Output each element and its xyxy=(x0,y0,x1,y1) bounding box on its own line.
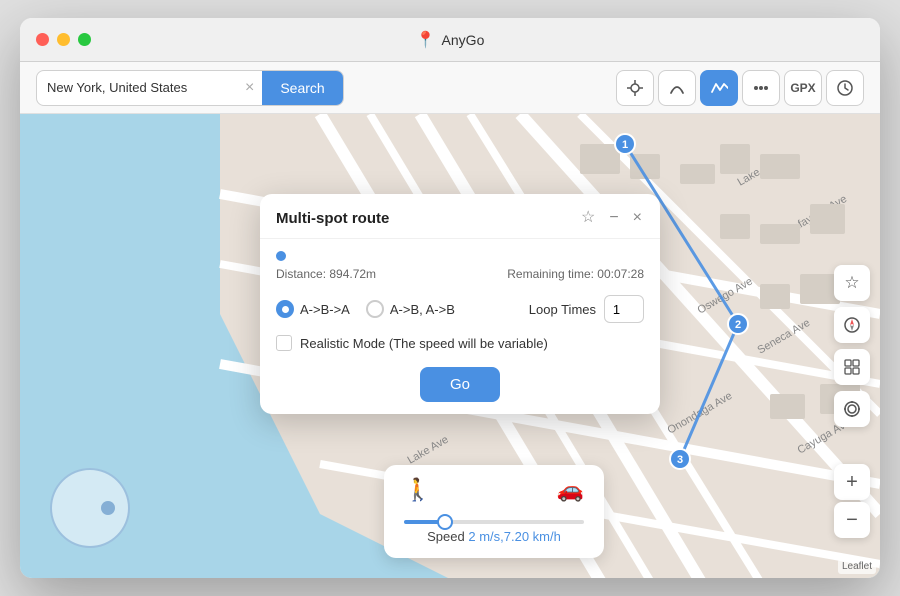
dialog-star-button[interactable]: ☆ xyxy=(579,208,597,228)
remaining-label: Remaining time: 00:07:28 xyxy=(507,267,644,281)
dots-tool-button[interactable] xyxy=(742,70,780,106)
option-ab-loop-label: A->B->A xyxy=(300,302,350,317)
map-area[interactable]: Lake Ave Lafayette Ave Oswego Ave Seneca… xyxy=(20,114,880,578)
search-container: × Search xyxy=(36,70,344,106)
app-title: AnyGo xyxy=(442,32,485,48)
realistic-mode-option[interactable]: Realistic Mode (The speed will be variab… xyxy=(276,335,644,351)
compass-button[interactable] xyxy=(834,307,870,343)
car-icon: 🚗 xyxy=(557,477,584,503)
speed-slider[interactable] xyxy=(404,520,584,524)
speed-static-label: Speed xyxy=(427,529,465,544)
speed-panel: 🚶 🚗 Speed 2 m/s,7.20 km/h xyxy=(384,465,604,558)
dialog-body: Distance: 894.72m Remaining time: 00:07:… xyxy=(260,239,660,414)
history-tool-button[interactable] xyxy=(826,70,864,106)
loop-times-input[interactable] xyxy=(604,295,644,323)
zoom-in-button[interactable]: + xyxy=(834,464,870,500)
leaflet-credit: Leaflet xyxy=(838,559,876,574)
app-window: 📍 AnyGo × Search xyxy=(20,18,880,578)
search-button[interactable]: Search xyxy=(262,70,342,106)
speed-label: Speed 2 m/s,7.20 km/h xyxy=(404,529,584,544)
title-pin-icon: 📍 xyxy=(416,30,436,50)
locate-button[interactable] xyxy=(834,391,870,427)
speed-value: 2 m/s,7.20 km/h xyxy=(468,529,560,544)
minimize-traffic-light[interactable] xyxy=(57,33,70,46)
titlebar: 📍 AnyGo xyxy=(20,18,880,62)
svg-text:3: 3 xyxy=(677,454,683,466)
route-options: A->B->A A->B, A->B Loop Times xyxy=(276,295,644,323)
realistic-mode-checkbox[interactable] xyxy=(276,335,292,351)
titlebar-title: 📍 AnyGo xyxy=(416,30,485,50)
dialog-header: Multi-spot route ☆ − × xyxy=(260,194,660,239)
radio-checked-icon xyxy=(276,300,294,318)
dialog-close-button[interactable]: × xyxy=(631,208,644,228)
multispot-dialog: Multi-spot route ☆ − × Distance: 894.72m… xyxy=(260,194,660,414)
pin-dot-icon xyxy=(276,251,286,261)
search-input[interactable] xyxy=(37,80,237,95)
svg-text:1: 1 xyxy=(622,139,628,151)
right-sidebar: ☆ xyxy=(834,265,870,427)
option-ab[interactable]: A->B, A->B xyxy=(366,300,455,318)
gpx-tool-button[interactable]: GPX xyxy=(784,70,822,106)
toolbar-actions: GPX xyxy=(616,70,864,106)
realistic-mode-label: Realistic Mode (The speed will be variab… xyxy=(300,336,548,351)
favorites-button[interactable]: ☆ xyxy=(834,265,870,301)
fullscreen-traffic-light[interactable] xyxy=(78,33,91,46)
dialog-title: Multi-spot route xyxy=(276,210,579,227)
option-ab-loop[interactable]: A->B->A xyxy=(276,300,350,318)
map-layers-button[interactable] xyxy=(834,349,870,385)
loop-times-container: Loop Times xyxy=(529,295,644,323)
radio-unchecked-icon xyxy=(366,300,384,318)
walk-icon: 🚶 xyxy=(404,477,431,503)
route-tool-button[interactable] xyxy=(658,70,696,106)
distance-label: Distance: 894.72m xyxy=(276,267,376,281)
dialog-header-actions: ☆ − × xyxy=(579,208,644,228)
loop-times-label: Loop Times xyxy=(529,302,596,317)
close-traffic-light[interactable] xyxy=(36,33,49,46)
zoom-out-button[interactable]: − xyxy=(834,502,870,538)
search-clear-icon[interactable]: × xyxy=(237,80,262,96)
dialog-minimize-button[interactable]: − xyxy=(607,208,620,228)
joystick-dot xyxy=(101,501,115,515)
go-button[interactable]: Go xyxy=(420,367,500,402)
option-ab-label: A->B, A->B xyxy=(390,302,455,317)
multispot-tool-button[interactable] xyxy=(700,70,738,106)
toolbar: × Search xyxy=(20,62,880,114)
svg-text:2: 2 xyxy=(735,319,741,331)
gpx-label: GPX xyxy=(790,81,815,95)
zoom-controls: + − xyxy=(834,464,870,538)
crosshair-tool-button[interactable] xyxy=(616,70,654,106)
speed-icons: 🚶 🚗 xyxy=(404,477,584,503)
traffic-lights xyxy=(36,33,91,46)
route-info: Distance: 894.72m Remaining time: 00:07:… xyxy=(276,267,644,281)
joystick[interactable] xyxy=(50,468,130,548)
